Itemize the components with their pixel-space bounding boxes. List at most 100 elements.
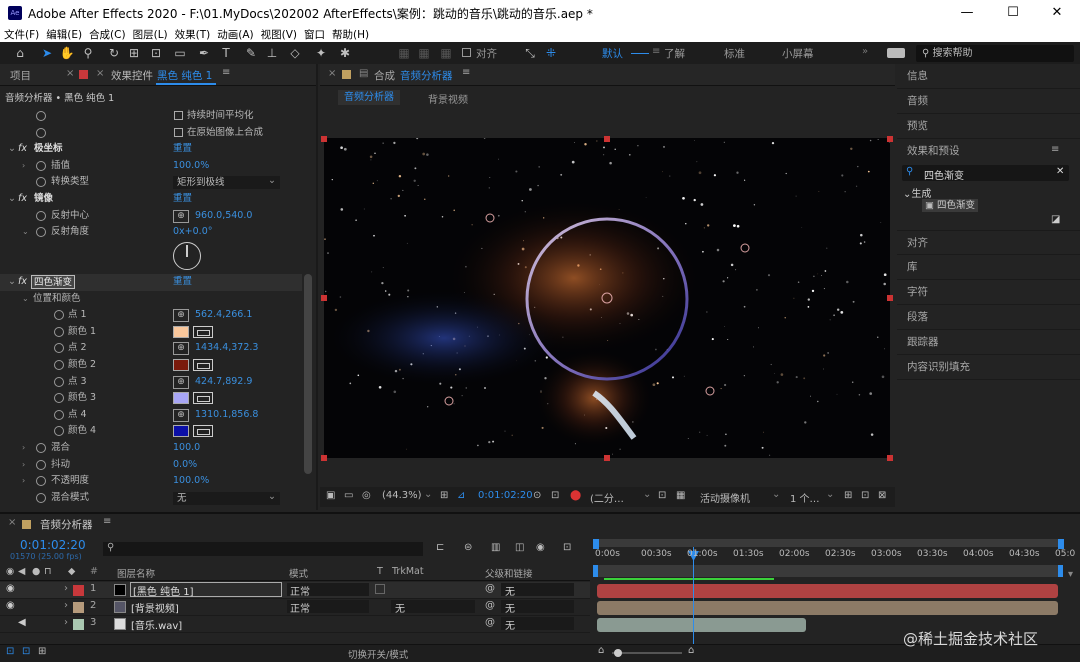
close-tab-icon[interactable]: × xyxy=(328,68,336,79)
region-of-interest-icon[interactable]: ⊡ xyxy=(658,490,666,501)
camera-tool-icon[interactable]: ⊞ xyxy=(126,45,142,61)
preview-toggle-icon[interactable]: ▣ xyxy=(326,490,335,501)
panel-align[interactable]: 对齐 xyxy=(897,230,1080,255)
eyedropper-icon[interactable] xyxy=(193,392,213,405)
roto-brush-tool-icon[interactable]: ✦ xyxy=(313,45,329,61)
effect-header-mirror[interactable]: ⌄ fx 镜像 重置 xyxy=(0,191,302,208)
show-snapshot-icon[interactable]: ⊡ xyxy=(551,490,559,501)
property-value[interactable]: 1434.4,372.3 xyxy=(195,340,258,356)
pick-whip-icon[interactable]: @ xyxy=(485,617,495,628)
property-value[interactable]: 0.0% xyxy=(173,457,197,473)
clear-search-icon[interactable]: ✕ xyxy=(1056,166,1064,177)
tab-composition-name[interactable]: 音频分析器 xyxy=(400,68,453,83)
solo-icon[interactable]: ● xyxy=(32,566,40,577)
crosshair-icon[interactable]: ⊕ xyxy=(173,309,189,323)
vr-icon[interactable]: ◎ xyxy=(362,490,371,501)
render-time-icon[interactable]: ⊡ xyxy=(6,646,14,657)
color-swatch-3[interactable] xyxy=(173,392,189,405)
layer-name-header[interactable]: 图层名称 xyxy=(117,566,155,580)
resolution-dropdown[interactable]: (二分… xyxy=(590,490,624,505)
expand-arrow-icon[interactable]: › xyxy=(64,583,68,594)
layer-name[interactable]: [音乐.wav] xyxy=(131,617,182,632)
property-value[interactable]: 960.0,540.0 xyxy=(195,208,252,224)
stopwatch-icon[interactable] xyxy=(54,343,64,354)
in-out-icon[interactable]: ⊡ xyxy=(22,646,30,657)
property-value[interactable]: 100.0 xyxy=(173,440,200,456)
zoom-value[interactable]: (44.3%) xyxy=(382,490,422,501)
work-area-range[interactable] xyxy=(593,565,1063,577)
expand-arrow-icon[interactable]: ⌄ xyxy=(22,291,29,307)
stopwatch-icon[interactable] xyxy=(36,443,46,453)
fit-icon[interactable]: ⊞ xyxy=(440,490,448,501)
panel-content-aware-fill[interactable]: 内容识别填充 xyxy=(897,355,1080,380)
eyedropper-icon[interactable] xyxy=(193,359,213,371)
stopwatch-icon[interactable] xyxy=(54,360,64,370)
zoom-slider-thumb[interactable] xyxy=(614,649,622,657)
conversion-type-dropdown[interactable]: 矩形到极线 xyxy=(173,174,280,190)
menu-edit[interactable]: 编辑(E) xyxy=(42,26,85,42)
eraser-tool-icon[interactable]: ◇ xyxy=(287,45,303,61)
eyedropper-icon[interactable] xyxy=(193,325,213,338)
point-4-handle[interactable] xyxy=(705,386,715,396)
mode-dropdown[interactable]: 正常 xyxy=(287,583,369,598)
panel-paragraph[interactable]: 段落 xyxy=(897,305,1080,330)
eye-icon[interactable]: ◉ xyxy=(6,600,15,611)
tab-composition[interactable]: 合成 xyxy=(374,68,395,83)
timeline-link-icon[interactable]: ⊠ xyxy=(878,490,886,501)
trkmat-dropdown[interactable]: 无 xyxy=(391,600,475,615)
property-value[interactable]: 562.4,266.1 xyxy=(195,307,252,323)
type-tool-icon[interactable]: T xyxy=(218,45,234,61)
menu-effect[interactable]: 效果(T) xyxy=(171,26,214,42)
expand-arrow-icon[interactable]: › xyxy=(22,473,25,489)
menu-help[interactable]: 帮助(H) xyxy=(328,26,372,42)
frame-blending-icon[interactable]: ▥ xyxy=(491,542,500,553)
rectangle-tool-icon[interactable]: ▭ xyxy=(172,45,188,61)
property-value[interactable]: 100.0% xyxy=(173,158,209,174)
fx-icon[interactable]: fx xyxy=(18,191,27,207)
workspace-learn[interactable]: 了解 xyxy=(664,46,685,61)
zoom-end-handle[interactable] xyxy=(1058,539,1064,549)
label-color-swatch[interactable] xyxy=(73,602,84,613)
camera-dropdown[interactable]: 活动摄像机 xyxy=(700,490,750,505)
layer-handle[interactable] xyxy=(887,136,893,142)
label-color-swatch[interactable] xyxy=(73,619,84,630)
zoom-slider[interactable] xyxy=(612,649,682,657)
parent-dropdown[interactable]: 无 xyxy=(501,617,574,632)
layer-bar-1[interactable] xyxy=(597,584,1058,598)
panel-menu-icon[interactable]: ≡ xyxy=(1051,144,1059,155)
selection-tool-icon[interactable]: ➤ xyxy=(39,45,55,61)
keyframe-graph-icon[interactable]: ⊡ xyxy=(563,542,571,553)
crosshair-icon[interactable]: ⊕ xyxy=(173,408,189,422)
expand-arrow-icon[interactable]: › xyxy=(22,457,25,473)
shy-layers-icon[interactable]: ⊜ xyxy=(464,542,472,553)
fast-preview-icon[interactable]: ⊡ xyxy=(861,490,869,501)
chevron-down-icon[interactable]: ⌄ xyxy=(424,489,432,500)
workspace-standard[interactable]: 标准 xyxy=(724,46,745,61)
home-icon[interactable]: ⌂ xyxy=(12,45,28,61)
grid-snap-icon[interactable]: ⁜ xyxy=(543,45,559,61)
layer-search-field[interactable]: ⚲ xyxy=(103,542,423,556)
chevron-down-icon[interactable]: ⌄ xyxy=(643,489,651,500)
angle-dial[interactable] xyxy=(173,242,201,270)
tab-project[interactable]: 项目 xyxy=(10,68,31,83)
current-time[interactable]: 0:01:02:20 xyxy=(478,490,533,501)
point-3-handle[interactable] xyxy=(444,396,454,406)
transparency-grid-icon[interactable]: ▦ xyxy=(676,490,685,501)
close-tab-icon[interactable]: × xyxy=(96,68,104,79)
layer-handle[interactable] xyxy=(321,455,327,461)
mask-visibility-icon[interactable]: ⊿ xyxy=(457,490,465,501)
maximize-button[interactable]: ☐ xyxy=(990,0,1036,26)
eyedropper-icon[interactable] xyxy=(193,425,213,438)
expand-arrow-icon[interactable]: › xyxy=(22,440,25,456)
workspace-overflow-icon[interactable]: » xyxy=(862,46,868,57)
toggle-pixel-icon[interactable]: ⊞ xyxy=(844,490,852,501)
work-area-bar[interactable] xyxy=(593,539,1063,547)
layer-row[interactable]: ◉ › 2 [背景视频] 正常 无 @ 无 xyxy=(0,599,590,616)
effects-search-field[interactable]: ⚲ 四色渐变 ✕ xyxy=(902,165,1069,182)
zoom-in-icon[interactable]: ⌂ xyxy=(688,645,694,656)
menu-window[interactable]: 窗口 xyxy=(300,26,328,42)
align-checkbox[interactable] xyxy=(462,48,471,57)
effect-header-polar[interactable]: ⌄ fx 极坐标 重置 xyxy=(0,141,302,158)
stopwatch-icon[interactable] xyxy=(36,177,46,188)
layer-handle[interactable] xyxy=(604,136,610,142)
